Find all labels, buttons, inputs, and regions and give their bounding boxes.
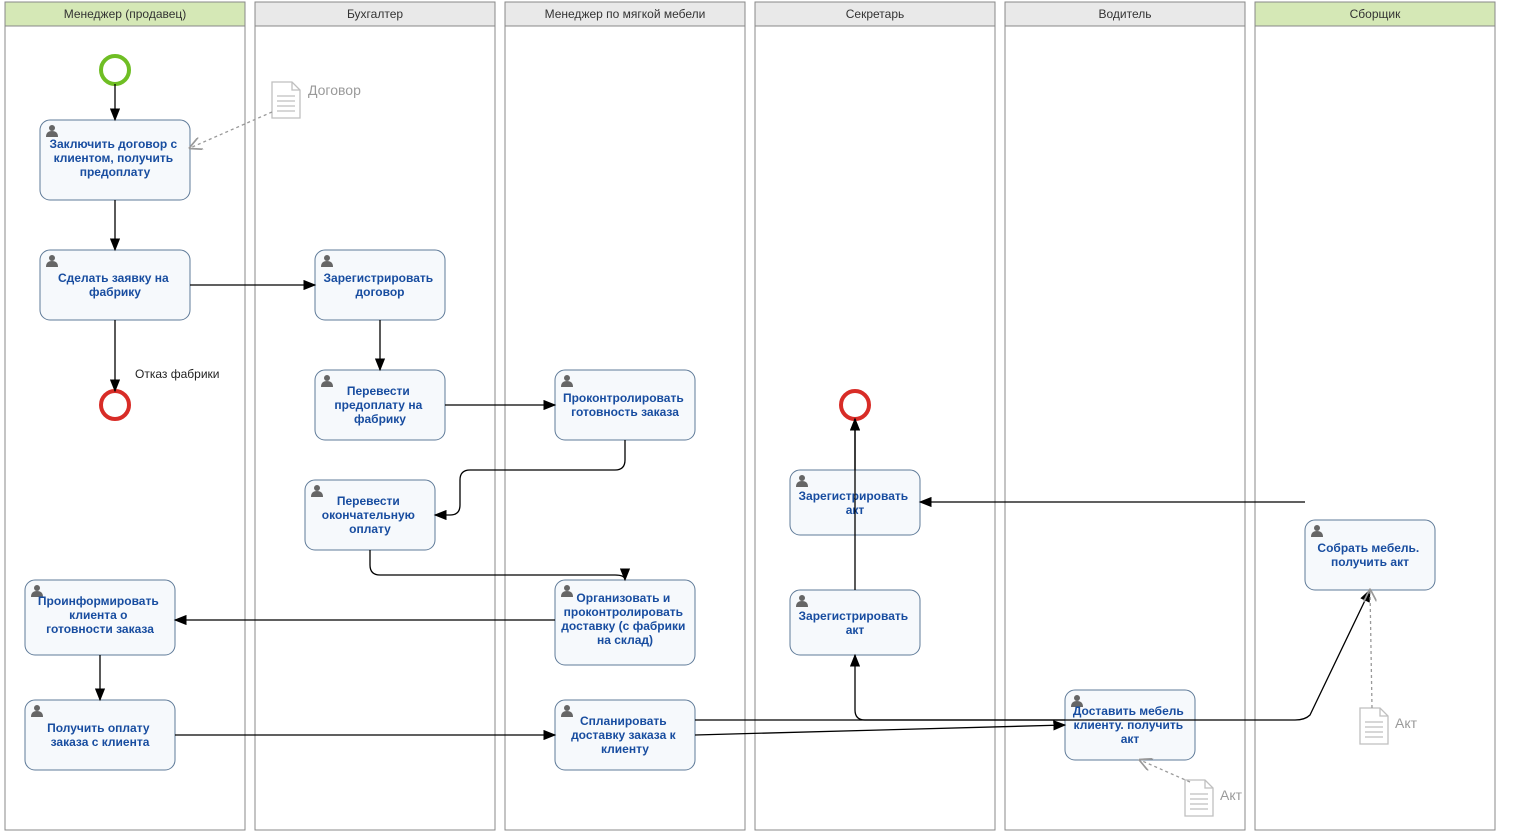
task-t13[interactable]: Собрать мебель. получить акт: [1305, 520, 1435, 590]
task-t8[interactable]: Проинформировать клиента о готовности за…: [25, 580, 175, 655]
task-t9[interactable]: Получить оплату заказа с клиента: [25, 700, 175, 770]
lane-6: Сборщик: [1255, 2, 1495, 830]
end-event-refusal[interactable]: [101, 391, 129, 419]
svg-text:Собрать мебель. получить а: Собрать мебель. получить акт: [1317, 541, 1422, 569]
assoc-d1-t1: [190, 112, 272, 148]
lane-label: Менеджер по мягкой мебели: [545, 7, 706, 21]
flow-t5-t6: [435, 440, 625, 515]
task-t12[interactable]: Зарегистрировать акт: [790, 590, 920, 655]
lane-4: Секретарь: [755, 2, 995, 830]
end-event-label: Отказ фабрики: [135, 367, 219, 381]
svg-text:Проконтролировать готовнос: Проконтролировать готовность заказа: [563, 391, 687, 419]
assoc-d2-t11: [1140, 760, 1190, 782]
data-object-act-assembler: Акт: [1360, 708, 1418, 744]
lane-label: Менеджер (продавец): [64, 7, 187, 21]
lane-label: Водитель: [1098, 7, 1151, 21]
flow-t6-t7: [370, 550, 625, 580]
task-t2[interactable]: Сделать заявку на фабрику: [40, 250, 190, 320]
lane-label: Сборщик: [1350, 7, 1401, 21]
svg-text:Получить оплату заказа с к: Получить оплату заказа с клиента: [47, 721, 153, 749]
end-event-final[interactable]: [841, 391, 869, 419]
lane-label: Бухгалтер: [347, 7, 403, 21]
data-object-act-driver: Акт: [1185, 780, 1243, 816]
task-t4[interactable]: Перевести предоплату на фабрику: [315, 370, 445, 440]
data-object-contract: Договор: [272, 82, 361, 118]
svg-text:Акт: Акт: [1395, 715, 1418, 731]
flow-t11-t12: [855, 655, 1065, 720]
task-t1[interactable]: Заключить договор с клиентом, получить п…: [40, 120, 190, 200]
task-t11[interactable]: Доставить мебель клиенту. получить акт: [1065, 690, 1195, 760]
start-event[interactable]: [101, 56, 129, 84]
task-t3[interactable]: Зарегистрировать договор: [315, 250, 445, 320]
task-t6[interactable]: Перевести окончательную оплату: [305, 480, 435, 550]
task-t5[interactable]: Проконтролировать готовность заказа: [555, 370, 695, 440]
task-t7[interactable]: Организовать и проконтролировать доставк…: [555, 580, 695, 665]
lane-label: Секретарь: [846, 7, 905, 21]
svg-text:Договор: Договор: [308, 82, 361, 98]
task-t10[interactable]: Спланировать доставку заказа к клиенту: [555, 700, 695, 770]
assoc-d3-t13: [1370, 590, 1372, 708]
flow-t10-t11: [695, 725, 1065, 735]
svg-text:Акт: Акт: [1220, 787, 1243, 803]
